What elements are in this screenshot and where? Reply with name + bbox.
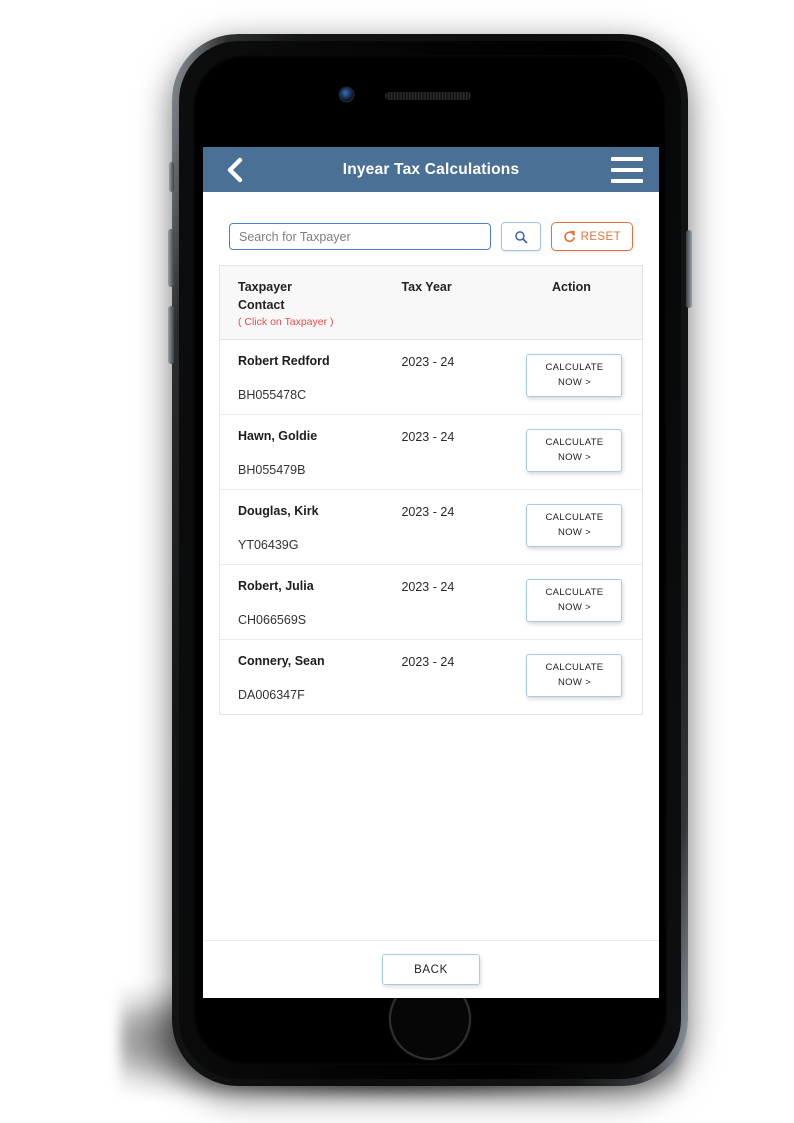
search-toolbar: RESET — [217, 192, 645, 265]
calculate-now-line-1: CALCULATE — [545, 586, 604, 598]
table-row: Douglas, Kirk YT06439G 2023 - 24 CALCULATE N… — [220, 490, 642, 565]
chevron-left-icon — [227, 157, 242, 182]
menu-bar-2 — [611, 167, 643, 172]
cell-tax-year: 2023 - 24 — [401, 579, 455, 594]
menu-bar-1 — [611, 156, 643, 161]
hamburger-menu-icon[interactable] — [611, 156, 643, 183]
calculate-now-line-2: NOW > — [558, 676, 591, 688]
calculate-now-line-2: NOW > — [558, 376, 591, 388]
cell-taxpayer: Hawn, Goldie BH055479B — [220, 429, 401, 477]
calculate-now-button[interactable]: CALCULATE NOW > — [526, 503, 623, 548]
volume-down-button[interactable] — [168, 306, 174, 364]
table-body: Robert Redford BH055478C 2023 - 24 CALCULAT… — [220, 340, 642, 714]
cell-action: CALCULATE NOW > — [507, 353, 642, 398]
calculate-now-line-1: CALCULATE — [545, 436, 604, 448]
column-header-taxpayer: Taxpayer Contact ( Click on Taxpayer ) — [220, 278, 401, 330]
cell-tax-year: 2023 - 24 — [401, 654, 455, 669]
cell-action: CALCULATE NOW > — [507, 503, 642, 548]
cell-tax-year: 2023 - 24 — [401, 429, 455, 444]
cell-taxpayer: Connery, Sean DA006347F — [220, 654, 401, 702]
cell-tax-year: 2023 - 24 — [401, 504, 455, 519]
table-row: Robert Redford BH055478C 2023 - 24 CALCULAT… — [220, 340, 642, 415]
taxpayer-contact-reference: CH066569S — [238, 612, 307, 627]
column-header-contact-label: Contact — [238, 298, 285, 313]
column-header-hint: ( Click on Taxpayer ) — [238, 316, 334, 329]
reset-label: RESET — [580, 230, 621, 243]
screen-content: RESET Taxpayer Contact ( Click on Taxpay… — [203, 192, 659, 940]
column-header-taxpayer-label: Taxpayer — [238, 280, 292, 294]
cell-action: CALCULATE NOW > — [507, 428, 642, 473]
calculate-now-line-1: CALCULATE — [545, 661, 604, 673]
back-navigation-button[interactable] — [219, 155, 249, 185]
calculate-now-line-1: CALCULATE — [545, 361, 604, 373]
column-header-action: Action — [507, 278, 642, 296]
cell-taxpayer: Robert Redford BH055478C — [220, 354, 401, 402]
taxpayer-contact-reference: BH055479B — [238, 462, 306, 477]
back-button[interactable]: BACK — [382, 954, 480, 985]
menu-bar-3 — [611, 178, 643, 183]
calculate-now-button[interactable]: CALCULATE NOW > — [526, 353, 623, 398]
cell-taxpayer: Robert, Julia CH066569S — [220, 579, 401, 627]
page-title: Inyear Tax Calculations — [342, 160, 520, 178]
earpiece-speaker-icon — [385, 92, 471, 100]
cell-action: CALCULATE NOW > — [507, 578, 642, 623]
calculate-now-button[interactable]: CALCULATE NOW > — [526, 653, 623, 698]
calculate-now-button[interactable]: CALCULATE NOW > — [526, 428, 623, 473]
taxpayer-name-link[interactable]: Robert Redford — [238, 354, 401, 368]
search-submit-button[interactable] — [500, 222, 541, 251]
search-icon — [514, 230, 528, 243]
calculate-now-line-1: CALCULATE — [545, 511, 604, 523]
calculate-now-button[interactable]: CALCULATE NOW > — [526, 578, 623, 623]
taxpayer-name-link[interactable]: Connery, Sean — [238, 654, 401, 668]
column-header-tax-year-label: Tax Year — [401, 280, 452, 294]
cell-taxpayer: Douglas, Kirk YT06439G — [220, 504, 401, 552]
front-camera-icon — [340, 88, 353, 101]
taxpayer-name-link[interactable]: Robert, Julia — [238, 579, 401, 593]
screen-footer: BACK — [203, 940, 659, 998]
taxpayer-name-link[interactable]: Hawn, Goldie — [238, 429, 401, 443]
refresh-icon — [563, 230, 575, 243]
taxpayer-contact-reference: BH055478C — [238, 387, 307, 402]
cell-tax-year: 2023 - 24 — [401, 354, 455, 369]
column-header-tax-year: Tax Year — [401, 278, 507, 296]
calculate-now-line-2: NOW > — [558, 451, 591, 463]
power-button[interactable] — [686, 230, 692, 308]
app-header-bar: Inyear Tax Calculations — [203, 147, 659, 192]
table-header-row: Taxpayer Contact ( Click on Taxpayer ) T… — [220, 266, 642, 340]
taxpayer-contact-reference: YT06439G — [238, 537, 299, 552]
app-screen: Inyear Tax Calculations Search for Taxpa… — [203, 147, 659, 998]
column-header-action-label: Action — [552, 280, 591, 294]
table-row: Robert, Julia CH066569S 2023 - 24 CALCULATE… — [220, 565, 642, 640]
calculate-now-line-2: NOW > — [558, 601, 591, 613]
table-row: Hawn, Goldie BH055479B 2023 - 24 CALCULATE N… — [220, 415, 642, 490]
silent-switch-button[interactable] — [169, 162, 174, 192]
search-input[interactable] — [229, 223, 491, 250]
taxpayer-table: Taxpayer Contact ( Click on Taxpayer ) T… — [219, 265, 643, 715]
taxpayer-contact-reference: DA006347F — [238, 687, 305, 702]
smartphone-device: Inyear Tax Calculations Search for Taxpa… — [168, 34, 692, 1086]
reset-button[interactable]: RESET — [550, 222, 633, 251]
volume-up-button[interactable] — [168, 229, 174, 287]
taxpayer-name-link[interactable]: Douglas, Kirk — [238, 504, 401, 518]
table-row: Connery, Sean DA006347F 2023 - 24 CALCULATE… — [220, 640, 642, 714]
cell-action: CALCULATE NOW > — [507, 653, 642, 698]
calculate-now-line-2: NOW > — [558, 526, 591, 538]
